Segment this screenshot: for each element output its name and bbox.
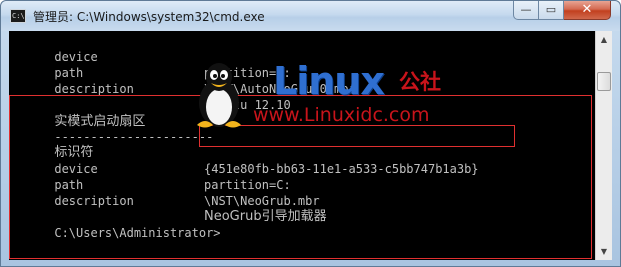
scroll-up-icon[interactable]: ▲ [596,31,612,48]
vertical-scrollbar[interactable]: ▲ ▼ [595,31,612,260]
console-line: path \NST\AutoNeoGrub0.mbr [11,49,355,96]
watermark-url: www.Linuxidc.com [253,104,430,126]
title-bar[interactable]: C:\ 管理员: C:\Windows\system32\cmd.exe — ▭… [1,1,620,31]
tux-penguin-icon [197,63,241,128]
close-button[interactable]: ✕ [564,1,611,20]
prompt-line[interactable]: C:\Users\Administrator> [11,209,220,240]
line-value: \NST\NeoGrub.mbr [204,194,320,208]
console-line: description NeoGrub引导加载器 [11,177,326,224]
watermark-brand: Linux [273,59,385,103]
cmd-window: C:\ 管理员: C:\Windows\system32\cmd.exe — ▭… [0,0,621,267]
line-key: description [54,194,134,208]
line-key: description [54,82,134,96]
console-line: description Ubuntu 12.10 [11,65,290,112]
console-line: device partition=C: [11,145,290,192]
identifier-guid: {451e80fb-bb63-11e1-a533-c5bb747b1a3b} [204,162,479,176]
console-line: path \NST\NeoGrub.mbr [11,161,319,208]
minimize-button[interactable]: — [513,1,539,20]
watermark-brand-suffix: 公社 [399,70,441,94]
scroll-thumb[interactable] [597,72,611,91]
window-title: 管理员: C:\Windows\system32\cmd.exe [33,10,265,24]
scroll-down-icon[interactable]: ▼ [596,243,612,260]
line-value: partition=C: [204,178,291,192]
console-line: device partition=C: [11,33,290,80]
cmd-app-icon[interactable]: C:\ [10,9,26,23]
maximize-button[interactable]: ▭ [539,1,564,20]
line-value: NeoGrub引导加载器 [204,209,327,224]
console-output[interactable]: device partition=C: path \NST\AutoNeoGru… [9,31,595,260]
linuxidc-watermark: Linux 公社 www.Linuxidc.com [187,59,467,131]
command-prompt[interactable]: C:\Users\Administrator> [54,226,220,240]
section-heading-line: 实模式启动扇区 [11,97,145,129]
separator-line: ---------------------- [11,113,213,144]
console-line: 标识符 {451e80fb-bb63-11e1-a533-c5bb747b1a3… [11,128,478,176]
